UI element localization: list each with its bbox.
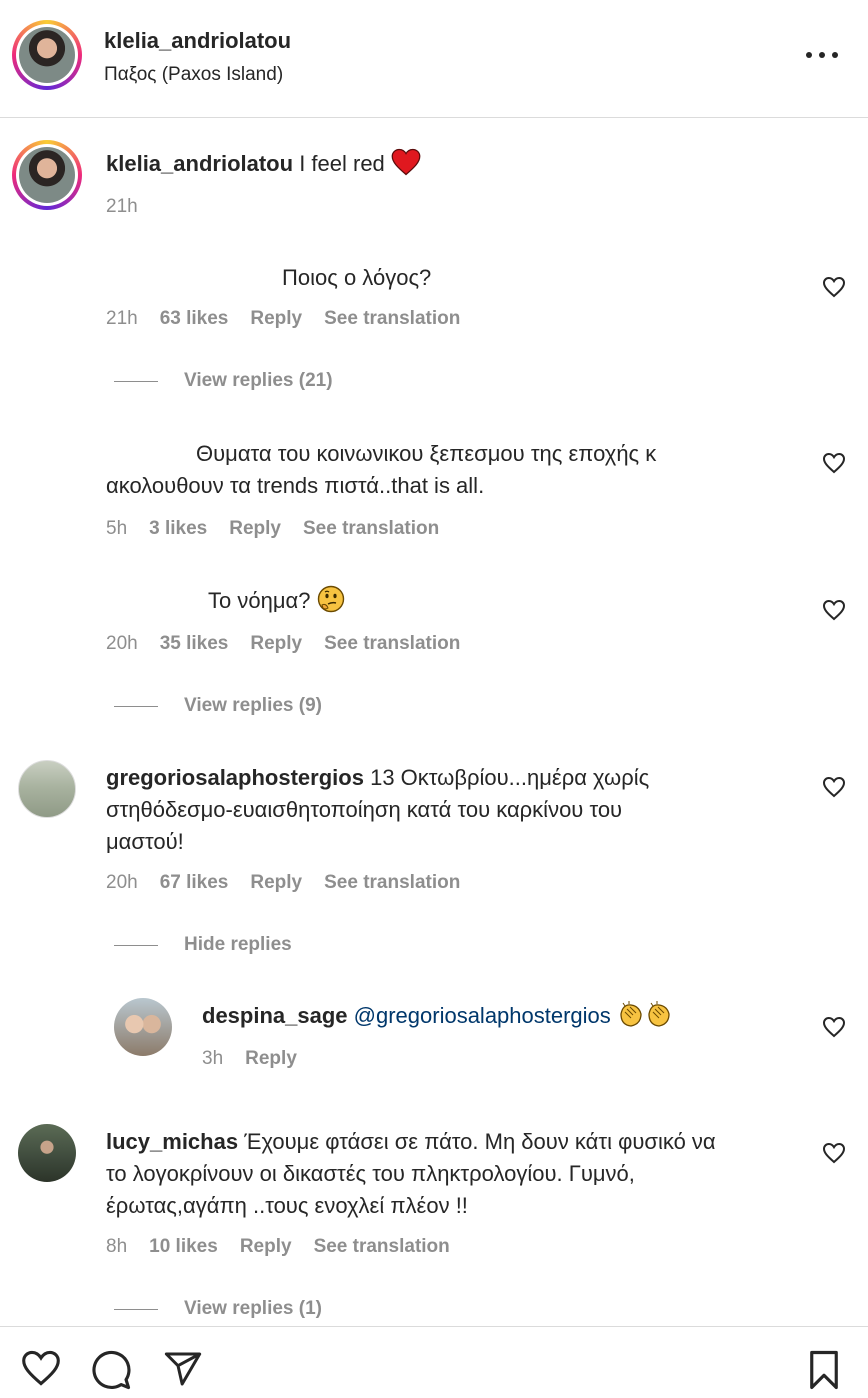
caption-time: 21h	[106, 196, 138, 217]
view-replies-label: View replies (21)	[184, 370, 333, 391]
like-heart-icon[interactable]	[822, 1142, 846, 1164]
see-translation-button[interactable]: See translation	[314, 1236, 450, 1258]
like-heart-icon[interactable]	[822, 276, 846, 298]
comment-time: 20h	[106, 872, 138, 893]
comment-text-line: ακολουθουν τα trends πιστά..that is all.	[106, 473, 485, 498]
view-replies-button[interactable]: View replies (9)	[114, 695, 322, 717]
bookmark-icon[interactable]	[806, 1349, 842, 1391]
comment-text-line: το λογοκρίνουν οι δικαστές του πληκτρολο…	[106, 1161, 635, 1186]
reply-meta: 3h Reply	[202, 1048, 297, 1070]
commenter-avatar[interactable]	[18, 1124, 76, 1182]
hide-replies-label: Hide replies	[184, 934, 292, 955]
comment-meta: 21h 63 likes Reply See translation	[106, 308, 460, 330]
see-translation-button[interactable]: See translation	[303, 518, 439, 540]
comment-likes[interactable]: 10 likes	[149, 1236, 218, 1258]
reply-mention[interactable]: @gregoriosalaphostergios	[354, 1003, 611, 1028]
post-action-bar	[0, 1326, 868, 1398]
header-avatar[interactable]	[12, 20, 82, 90]
commenter-avatar[interactable]	[18, 760, 76, 818]
like-heart-icon[interactable]	[822, 776, 846, 798]
comment-likes[interactable]: 35 likes	[160, 633, 229, 655]
heart-emoji	[391, 148, 421, 176]
reply-button[interactable]: Reply	[229, 518, 281, 540]
comment-text-line: μαστού!	[106, 829, 184, 854]
comment-text-line: 13 Οκτωβρίου...ημέρα χωρίς	[370, 765, 650, 790]
comment-text: Το νόημα?	[208, 585, 868, 617]
comment-time: 5h	[106, 518, 128, 539]
reply-button[interactable]: Reply	[250, 872, 302, 894]
share-icon[interactable]	[162, 1349, 204, 1389]
caption-avatar[interactable]	[12, 140, 82, 210]
reply-button[interactable]: Reply	[240, 1236, 292, 1258]
comment-time: 8h	[106, 1236, 128, 1257]
header-username[interactable]: klelia_andriolatou	[104, 28, 291, 54]
comment-text: Θυματα του κοινωνικου ξεπεσμου της εποχή…	[106, 438, 796, 502]
clapping-hands-emoji	[620, 1001, 670, 1027]
caption-text: klelia_andriolatou I feel red	[106, 148, 796, 180]
like-heart-icon[interactable]	[822, 452, 846, 474]
comment-text-line: Θυματα του κοινωνικου ξεπεσμου της εποχή…	[196, 441, 657, 466]
view-replies-button[interactable]: View replies (1)	[114, 1298, 322, 1320]
comment-body: Το νόημα?	[208, 588, 311, 613]
heart-icon[interactable]	[20, 1349, 62, 1387]
like-heart-icon[interactable]	[822, 599, 846, 621]
comment-time: 20h	[106, 633, 138, 654]
caption-username[interactable]: klelia_andriolatou	[106, 151, 293, 176]
comment-text-line: στηθόδεσμο-ευαισθητοποίηση κατά του καρκ…	[106, 797, 623, 822]
reply-button[interactable]: Reply	[250, 633, 302, 655]
reply-button[interactable]: Reply	[250, 308, 302, 330]
view-replies-label: View replies (9)	[184, 695, 322, 716]
comment-text: lucy_michas Έχουμε φτάσει σε πάτο. Μη δο…	[106, 1126, 796, 1222]
comment-likes[interactable]: 63 likes	[160, 308, 229, 330]
hide-replies-button[interactable]: Hide replies	[114, 934, 292, 956]
comment-username[interactable]: lucy_michas	[106, 1129, 238, 1154]
caption-meta: 21h	[106, 196, 138, 218]
comment-meta: 8h 10 likes Reply See translation	[106, 1236, 450, 1258]
comment-text: Ποιος ο λόγος?	[282, 265, 432, 290]
comment-username[interactable]: gregoriosalaphostergios	[106, 765, 364, 790]
header-location[interactable]: Παξος (Paxos Island)	[104, 64, 283, 86]
like-heart-icon[interactable]	[822, 1016, 846, 1038]
comment-text-line: έρωτας,αγάπη ..τους ενοχλεί πλέον !!	[106, 1193, 468, 1218]
reply-button[interactable]: Reply	[245, 1048, 297, 1070]
reply-username[interactable]: despina_sage	[202, 1003, 348, 1028]
reply-avatar[interactable]	[114, 998, 172, 1056]
see-translation-button[interactable]: See translation	[324, 872, 460, 894]
thinking-face-emoji	[317, 585, 344, 613]
comment-meta: 20h 35 likes Reply See translation	[106, 633, 460, 655]
view-replies-button[interactable]: View replies (21)	[114, 370, 333, 392]
comment-text: gregoriosalaphostergios 13 Οκτωβρίου...η…	[106, 762, 796, 858]
comment-likes[interactable]: 67 likes	[160, 872, 229, 894]
post-header: klelia_andriolatou Παξος (Paxos Island)	[0, 0, 868, 118]
caption-body: I feel red	[299, 151, 385, 176]
comment-icon[interactable]	[90, 1349, 132, 1391]
comment-time: 21h	[106, 308, 138, 329]
see-translation-button[interactable]: See translation	[324, 633, 460, 655]
see-translation-button[interactable]: See translation	[324, 308, 460, 330]
comment-likes[interactable]: 3 likes	[149, 518, 207, 540]
comment-meta: 5h 3 likes Reply See translation	[106, 518, 439, 540]
reply-time: 3h	[202, 1048, 224, 1069]
comment-text-line: Έχουμε φτάσει σε πάτο. Μη δουν κάτι φυσι…	[244, 1129, 716, 1154]
reply-text: despina_sage @gregoriosalaphostergios	[202, 1000, 802, 1032]
comment-meta: 20h 67 likes Reply See translation	[106, 872, 460, 894]
view-replies-label: View replies (1)	[184, 1298, 322, 1319]
more-horizontal-icon[interactable]	[806, 40, 838, 70]
